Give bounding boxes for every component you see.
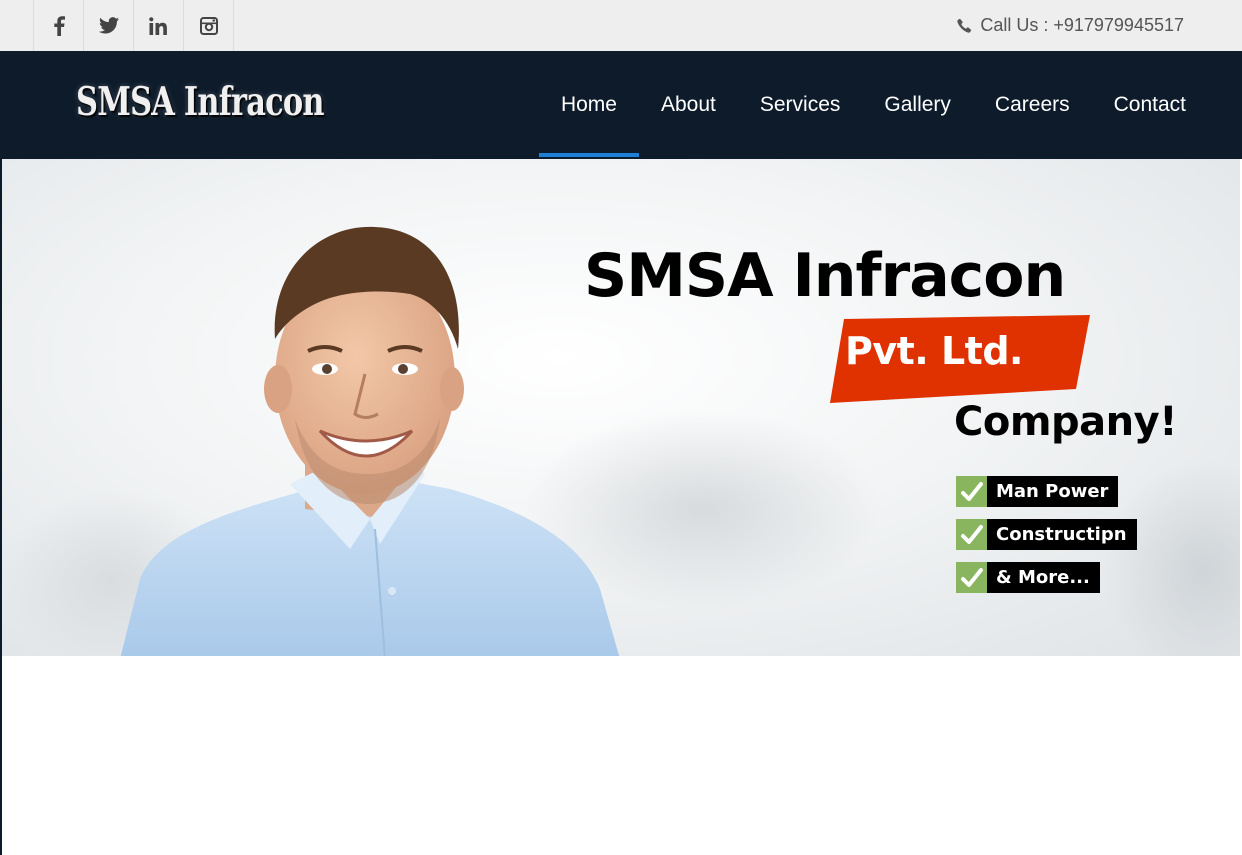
phone-icon <box>957 18 972 33</box>
checkmark-icon <box>956 519 987 550</box>
nav-careers[interactable]: Careers <box>973 51 1092 159</box>
hero-banner: SMSA Infracon Pvt. Ltd. Company! Man Pow… <box>2 159 1240 656</box>
feature-item: & More... <box>956 562 1137 593</box>
linkedin-icon <box>149 16 167 35</box>
twitter-link[interactable] <box>83 0 133 51</box>
pvt-ltd-badge: Pvt. Ltd. <box>845 329 1023 373</box>
nav-services[interactable]: Services <box>738 51 863 159</box>
hero-subtitle: Company! <box>954 399 1177 445</box>
linkedin-link[interactable] <box>133 0 183 51</box>
twitter-icon <box>98 17 119 34</box>
feature-item: Man Power <box>956 476 1137 507</box>
main-menu: Home About Services Gallery Careers Cont… <box>538 51 1208 159</box>
feature-label: & More... <box>987 562 1100 593</box>
instagram-link[interactable] <box>183 0 234 51</box>
checkmark-icon <box>956 562 987 593</box>
nav-home[interactable]: Home <box>538 51 639 159</box>
feature-item: Constructipn <box>956 519 1137 550</box>
navbar: SMSA Infracon Home About Services Galler… <box>0 51 1242 159</box>
instagram-icon <box>199 16 218 35</box>
site-logo[interactable]: SMSA Infracon <box>76 79 325 125</box>
feature-label: Constructipn <box>987 519 1137 550</box>
top-bar: Call Us : +917979945517 <box>0 0 1242 52</box>
hero-title: SMSA Infracon <box>584 241 1066 311</box>
call-us: Call Us : +917979945517 <box>957 0 1184 51</box>
nav-about[interactable]: About <box>639 51 738 159</box>
nav-gallery[interactable]: Gallery <box>862 51 973 159</box>
social-links <box>33 0 234 51</box>
feature-list: Man Power Constructipn & More... <box>956 476 1137 605</box>
facebook-icon <box>53 15 65 36</box>
feature-label: Man Power <box>987 476 1119 507</box>
nav-contact[interactable]: Contact <box>1092 51 1208 159</box>
facebook-link[interactable] <box>33 0 83 51</box>
smiling-man-photo <box>120 226 620 656</box>
checkmark-icon <box>956 476 987 507</box>
call-us-text: Call Us : +917979945517 <box>980 15 1184 35</box>
